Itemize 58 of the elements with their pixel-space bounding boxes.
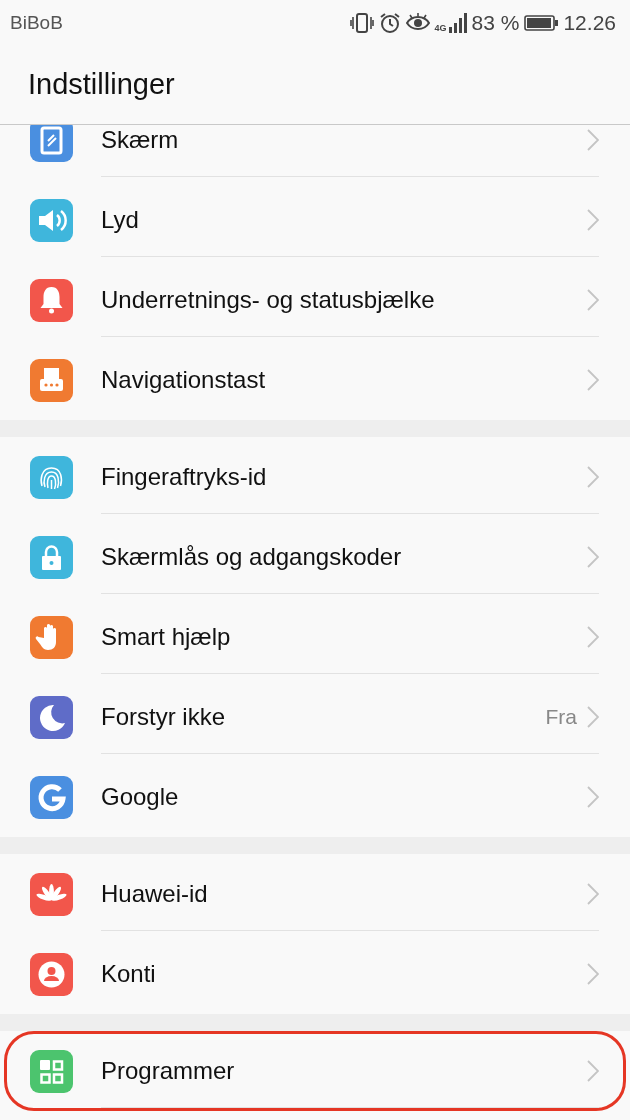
speaker-icon (30, 198, 73, 242)
petals-icon (30, 872, 73, 916)
chevron-right-icon (587, 368, 599, 391)
hand-icon (30, 615, 73, 659)
bell-icon (30, 278, 73, 322)
chevron-right-icon (587, 882, 599, 905)
item-label: Google (101, 782, 180, 811)
g-letter-icon (30, 775, 73, 819)
settings-item[interactable]: Skærm (4, 125, 626, 180)
settings-item[interactable]: Skærmlås og adgangskoder (4, 517, 626, 597)
clock-time: 12.26 (563, 10, 616, 35)
alarm-icon (378, 11, 401, 34)
item-value: Fra (545, 704, 577, 729)
item-label: Konti (101, 959, 157, 988)
settings-item[interactable]: Programmer (4, 1031, 626, 1111)
settings-item[interactable]: Navigationstast (4, 340, 626, 420)
chevron-right-icon (587, 208, 599, 231)
chevron-right-icon (587, 545, 599, 568)
battery-icon (524, 14, 559, 31)
settings-item[interactable]: Fingeraftryks-id (4, 437, 626, 517)
padlock-icon (30, 535, 73, 579)
person-icon (30, 952, 73, 996)
chevron-right-icon (587, 625, 599, 648)
item-label: Navigationstast (101, 365, 267, 394)
settings-item[interactable]: Smart hjælp (4, 597, 626, 677)
settings-item[interactable]: Underretnings- og statusbjælke (4, 260, 626, 340)
item-label: Fingeraftryks-id (101, 462, 268, 491)
signal-icon (448, 12, 467, 33)
chevron-right-icon (587, 1059, 599, 1082)
item-label: Smart hjælp (101, 622, 232, 651)
settings-item[interactable]: Huawei-id (4, 854, 626, 934)
chevron-right-icon (587, 288, 599, 311)
grid-icon (30, 1049, 73, 1093)
chevron-right-icon (587, 465, 599, 488)
chevron-right-icon (587, 962, 599, 985)
fingerprint-icon (30, 455, 73, 499)
item-label: Programmer (101, 1056, 236, 1085)
item-label: Skærmlås og adgangskoder (101, 542, 403, 571)
chevron-right-icon (587, 128, 599, 151)
battery-percent: 83 % (471, 10, 520, 35)
settings-item[interactable]: Konti (4, 934, 626, 1014)
settings-item[interactable]: Google (4, 757, 626, 837)
item-label: Huawei-id (101, 879, 209, 908)
item-label: Lyd (101, 205, 140, 234)
item-label: Underretnings- og statusbjælke (101, 285, 436, 314)
chevron-right-icon (587, 785, 599, 808)
chevron-right-icon (587, 705, 599, 728)
display-icon (30, 125, 73, 162)
keypad-icon (30, 358, 73, 402)
settings-item[interactable]: Forstyr ikke Fra (4, 677, 626, 757)
settings-item[interactable]: Lyd (4, 180, 626, 260)
moon-icon (30, 695, 73, 739)
item-label: Forstyr ikke (101, 702, 226, 731)
network-type: 4G (434, 22, 447, 33)
page-title: Indstillinger (28, 68, 175, 101)
item-label: Skærm (101, 125, 180, 154)
carrier-name: BiBoB (10, 11, 63, 34)
vibrate-icon (349, 11, 374, 34)
